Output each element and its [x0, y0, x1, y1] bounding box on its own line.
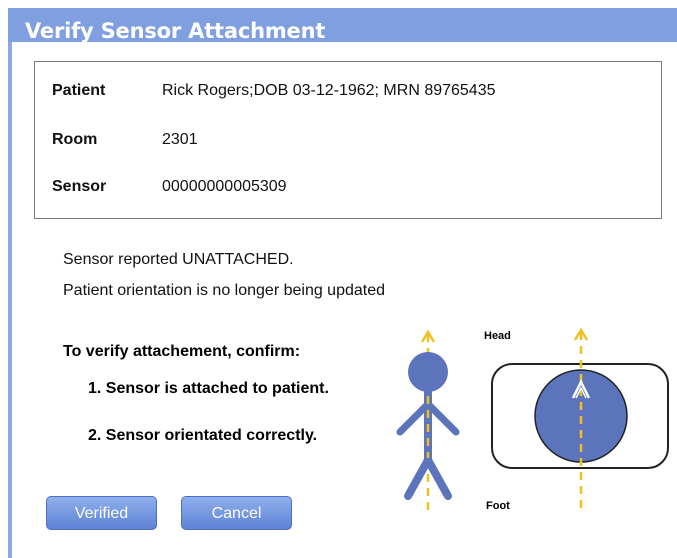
patient-info-box: Patient Rick Rogers;DOB 03-12-1962; MRN …	[34, 61, 662, 219]
confirm-step-1: 1. Sensor is attached to patient.	[88, 380, 329, 397]
patient-value: Rick Rogers;DOB 03-12-1962; MRN 89765435	[162, 82, 496, 99]
person-head	[408, 352, 448, 392]
person-left-leg	[404, 456, 432, 500]
room-label: Room	[52, 131, 98, 148]
confirm-step-2: 2. Sensor orientated correctly.	[88, 427, 318, 444]
head-label: Head	[484, 330, 511, 342]
verify-sensor-dialog: Verify Sensor Attachment Patient Rick Ro…	[0, 0, 677, 558]
cancel-button[interactable]: Cancel	[181, 496, 292, 530]
sensor-value: 00000000005309	[162, 178, 287, 195]
room-value: 2301	[162, 131, 198, 148]
status-orientation-text: Patient orientation is no longer being u…	[63, 282, 386, 299]
status-unattached-text: Sensor reported UNATTACHED.	[63, 251, 294, 268]
standing-person-figure	[396, 329, 460, 515]
person-right-leg	[424, 456, 452, 500]
dialog-left-border	[8, 42, 12, 558]
verified-button[interactable]: Verified	[46, 496, 157, 530]
dialog-title-bar: Verify Sensor Attachment	[8, 8, 677, 43]
foot-label: Foot	[486, 500, 510, 512]
confirm-heading: To verify attachement, confirm:	[63, 343, 301, 360]
sensor-orientation-diagram	[491, 327, 669, 513]
person-right-arm	[424, 400, 460, 436]
patient-label: Patient	[52, 82, 106, 99]
sensor-label: Sensor	[52, 178, 107, 195]
dialog-title: Verify Sensor Attachment	[25, 19, 326, 43]
person-left-arm	[396, 400, 432, 436]
